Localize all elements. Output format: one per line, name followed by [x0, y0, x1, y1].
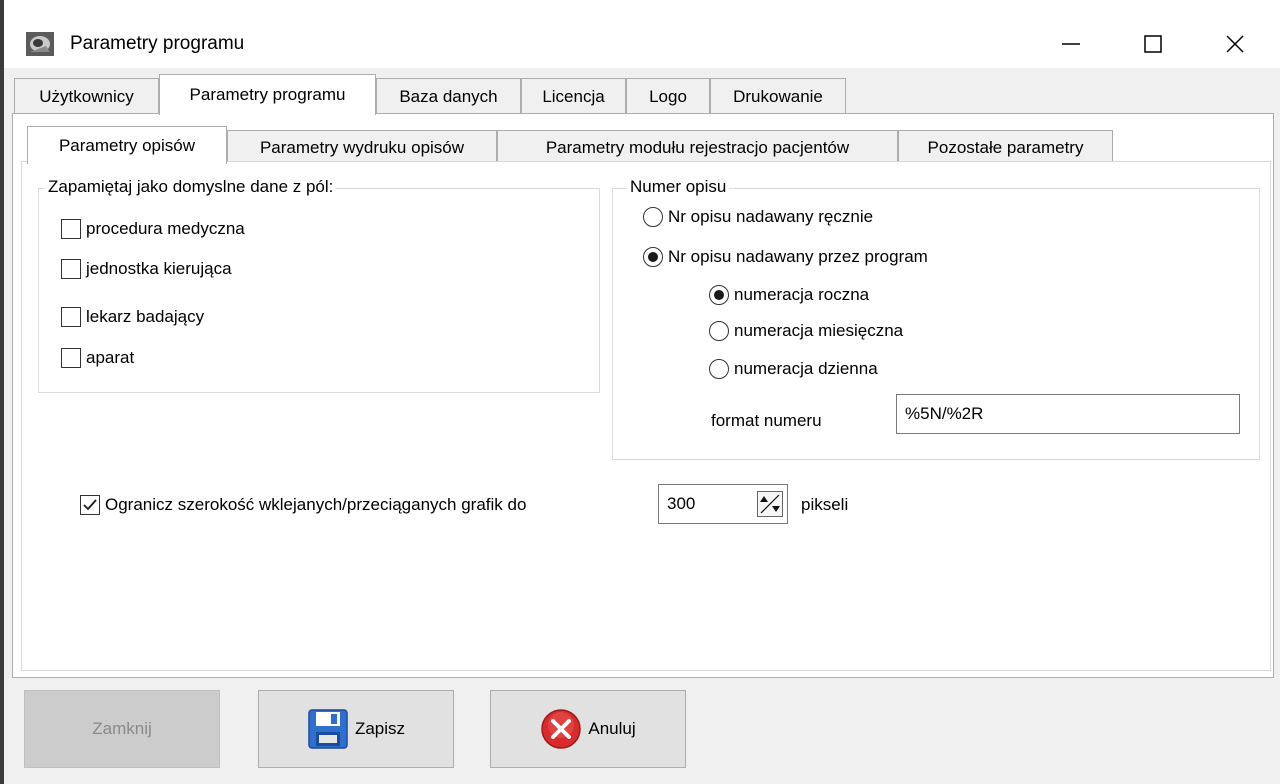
- radio-button[interactable]: [709, 359, 729, 379]
- main-tab-panel: Parametry opisów Parametry wydruku opisó…: [12, 113, 1274, 678]
- radio-label: numeracja roczna: [734, 285, 870, 304]
- floppy-disk-icon: [307, 708, 349, 750]
- radio-button[interactable]: [643, 207, 663, 227]
- checkbox-procedura-medyczna[interactable]: procedura medyczna: [61, 219, 245, 239]
- checkbox-box[interactable]: [80, 495, 100, 515]
- tab-logo[interactable]: Logo: [626, 78, 710, 114]
- radio-numeracja-dzienna[interactable]: numeracja dzienna: [709, 359, 878, 379]
- maximize-icon: [1144, 35, 1162, 53]
- checkbox-aparat[interactable]: aparat: [61, 348, 134, 368]
- radio-button[interactable]: [709, 285, 729, 305]
- tab-baza-danych[interactable]: Baza danych: [376, 78, 521, 114]
- subtab-parametry-opisow[interactable]: Parametry opisów: [27, 126, 227, 164]
- main-tab-strip: Użytkownicy Parametry programu Baza dany…: [4, 74, 1280, 115]
- cancel-button[interactable]: Anuluj: [490, 690, 686, 768]
- radio-selected-dot: [714, 290, 724, 300]
- checkbox-box[interactable]: [61, 219, 81, 239]
- radio-selected-dot: [648, 252, 658, 262]
- radio-label: Nr opisu nadawany przez program: [668, 247, 928, 266]
- spinner-updown-button[interactable]: [757, 491, 783, 517]
- tab-parametry-programu[interactable]: Parametry programu: [159, 74, 376, 115]
- radio-label: Nr opisu nadawany ręcznie: [668, 207, 874, 226]
- defaults-group-title: Zapamiętaj jako domyslne dane z pól:: [45, 177, 337, 197]
- maximize-button[interactable]: [1118, 24, 1188, 64]
- subtab-pozostale-parametry[interactable]: Pozostałe parametry: [898, 130, 1113, 164]
- checkbox-label: Ogranicz szerokość wklejanych/przeciągan…: [105, 495, 527, 514]
- cancel-x-icon: [540, 708, 582, 750]
- save-button-label: Zapisz: [354, 719, 406, 738]
- image-width-value[interactable]: 300: [667, 494, 695, 514]
- save-button[interactable]: Zapisz: [258, 690, 454, 768]
- app-icon: [26, 32, 54, 56]
- checkbox-jednostka-kierujaca[interactable]: jednostka kierująca: [61, 259, 232, 279]
- close-button-label: Zamknij: [92, 719, 152, 738]
- checkbox-box[interactable]: [61, 307, 81, 327]
- checkbox-label: jednostka kierująca: [86, 259, 232, 278]
- minimize-button[interactable]: [1036, 24, 1106, 64]
- checkbox-ogranicz-szerokosc[interactable]: Ogranicz szerokość wklejanych/przeciągan…: [80, 495, 526, 515]
- tab-licencja[interactable]: Licencja: [521, 78, 626, 114]
- tab-uzytkownicy[interactable]: Użytkownicy: [14, 78, 159, 114]
- radio-label: numeracja dzienna: [734, 359, 878, 378]
- checkbox-box[interactable]: [61, 259, 81, 279]
- title-bar: Parametry programu: [4, 0, 1280, 68]
- defaults-group: Zapamiętaj jako domyslne dane z pól: pro…: [38, 177, 600, 393]
- radio-nr-przez-program[interactable]: Nr opisu nadawany przez program: [643, 247, 928, 267]
- sub-tab-panel: Zapamiętaj jako domyslne dane z pól: pro…: [21, 161, 1271, 671]
- radio-button[interactable]: [643, 247, 663, 267]
- subtab-parametry-modulu-rejestracji[interactable]: Parametry modułu rejestracjo pacjentów: [497, 130, 898, 164]
- sub-tab-strip: Parametry opisów Parametry wydruku opisó…: [13, 122, 1275, 164]
- checkbox-label: procedura medyczna: [86, 219, 245, 238]
- checkbox-label: aparat: [86, 348, 135, 367]
- numer-opisu-group: Numer opisu Nr opisu nadawany ręcznie Nr…: [612, 177, 1260, 460]
- close-icon: [1226, 35, 1244, 53]
- up-down-arrows-icon: [760, 494, 780, 514]
- settings-window: Parametry programu Użytkownicy Parametry…: [4, 0, 1280, 784]
- radio-button[interactable]: [709, 321, 729, 341]
- pikseli-unit-label: pikseli: [801, 495, 849, 514]
- numer-opisu-group-title: Numer opisu: [627, 177, 730, 197]
- checkbox-box[interactable]: [61, 348, 81, 368]
- image-width-spinner[interactable]: 300: [658, 484, 788, 524]
- tab-drukowanie[interactable]: Drukowanie: [710, 78, 846, 114]
- radio-numeracja-miesieczna[interactable]: numeracja miesięczna: [709, 321, 903, 341]
- radio-label: numeracja miesięczna: [734, 321, 904, 340]
- checkbox-label: lekarz badający: [86, 307, 205, 326]
- close-button[interactable]: Zamknij: [24, 690, 220, 768]
- checkmark-icon: [83, 499, 97, 511]
- radio-numeracja-roczna[interactable]: numeracja roczna: [709, 285, 869, 305]
- checkbox-lekarz-badajacy[interactable]: lekarz badający: [61, 307, 204, 327]
- cancel-button-label: Anuluj: [588, 719, 636, 738]
- window-title: Parametry programu: [70, 33, 245, 54]
- format-numeru-input[interactable]: %5N/%2R: [896, 394, 1240, 434]
- minimize-icon: [1062, 43, 1080, 45]
- close-window-button[interactable]: [1200, 24, 1270, 64]
- radio-nr-recznie[interactable]: Nr opisu nadawany ręcznie: [643, 207, 873, 227]
- subtab-parametry-wydruku-opisow[interactable]: Parametry wydruku opisów: [227, 130, 497, 164]
- format-numeru-label: format numeru: [711, 411, 822, 430]
